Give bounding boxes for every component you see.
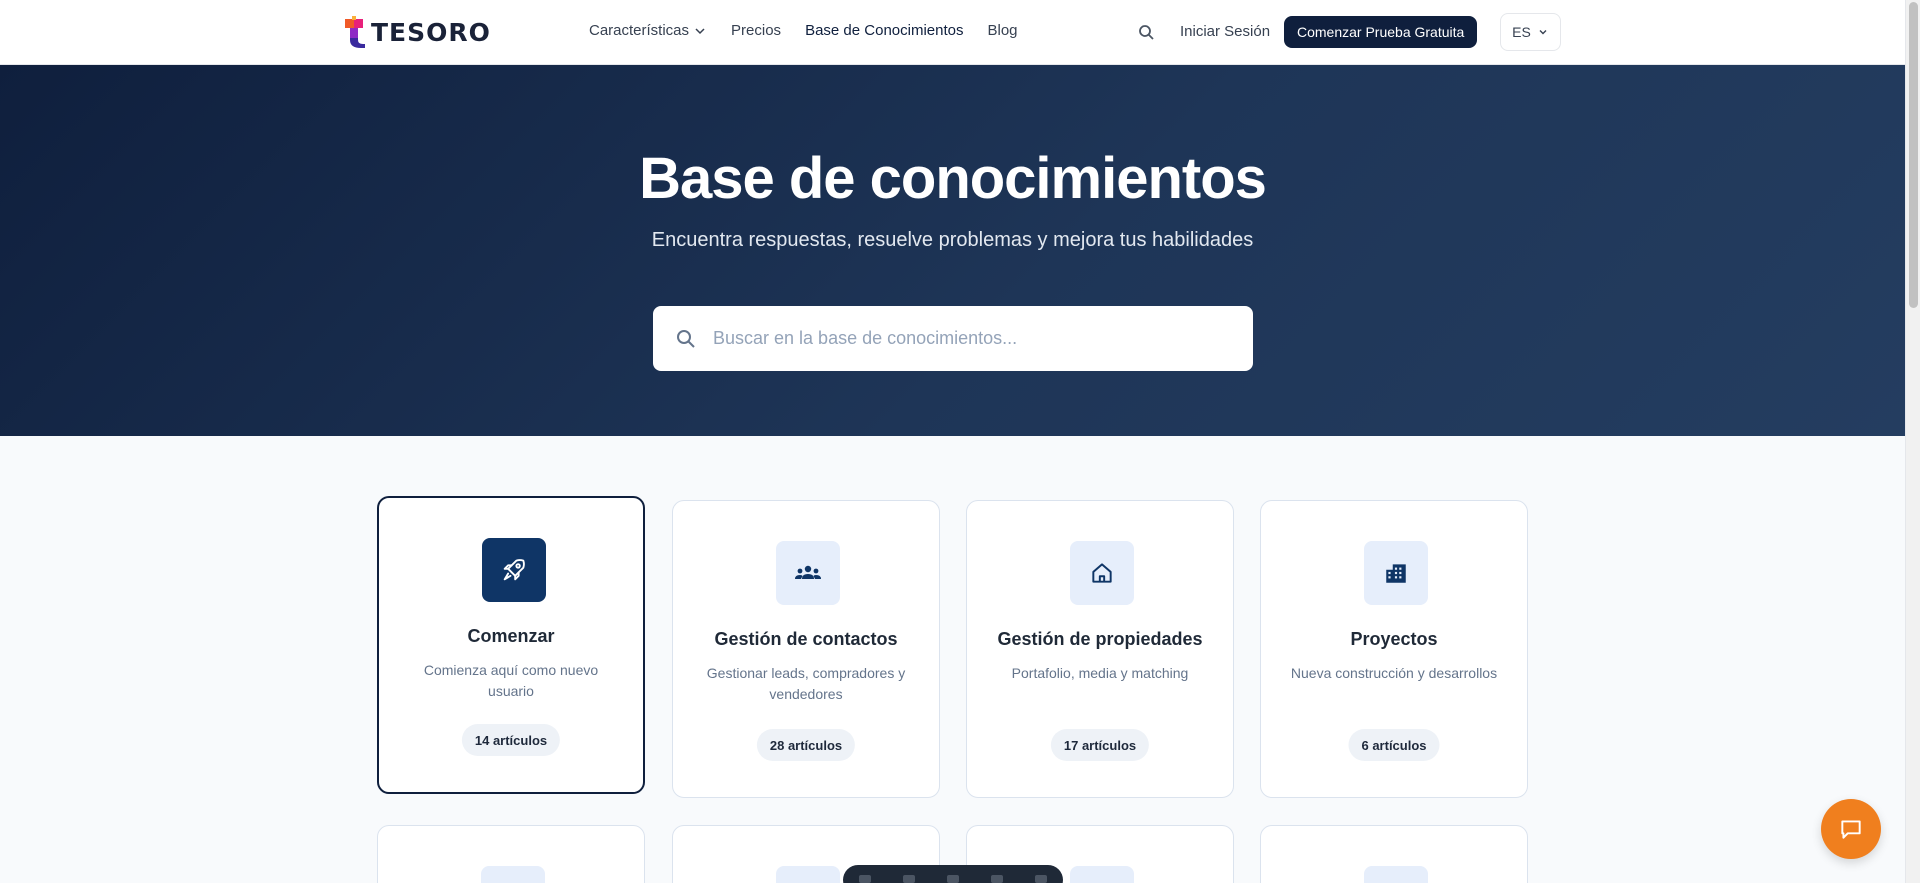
category-icon-box <box>1070 866 1134 883</box>
category-card-gestion-de-contactos[interactable]: Gestión de contactos Gestionar leads, co… <box>672 500 940 798</box>
nav-item-label: Base de Conocimientos <box>805 22 964 39</box>
knowledge-search[interactable] <box>653 306 1253 371</box>
article-count-badge: 6 artículos <box>1348 729 1440 761</box>
category-title: Gestión de propiedades <box>997 629 1203 649</box>
category-description: Gestionar leads, compradores y vendedore… <box>706 665 906 702</box>
site-header: TESORO Características Precios Base de C… <box>0 0 1905 65</box>
toolbar-icon[interactable] <box>947 875 959 883</box>
logo[interactable]: TESORO <box>345 16 491 48</box>
nav-item-precios[interactable]: Precios <box>731 22 781 39</box>
building-icon <box>1386 564 1406 583</box>
category-description: Portafolio, media y matching <box>1011 665 1189 681</box>
category-icon-box <box>482 538 546 602</box>
logo-text: TESORO <box>371 17 491 47</box>
chat-button[interactable] <box>1821 799 1881 859</box>
nav-item-blog[interactable]: Blog <box>988 22 1018 39</box>
category-title: Proyectos <box>1350 629 1438 649</box>
nav-item-base-de-conocimientos[interactable]: Base de Conocimientos <box>805 22 963 39</box>
nav-item-label: Características <box>589 22 690 39</box>
article-count-badge: 17 artículos <box>1050 729 1150 761</box>
category-title: Gestión de contactos <box>714 629 898 649</box>
hero-section: Base de conocimientos Encuentra respuest… <box>0 65 1905 436</box>
language-selector[interactable]: ES <box>1500 13 1561 51</box>
toolbar-icon[interactable] <box>903 875 915 883</box>
users-icon <box>795 565 821 579</box>
nav-item-label: Blog <box>987 22 1018 39</box>
category-description: Nueva construcción y desarrollos <box>1290 665 1498 681</box>
category-card-row2-4[interactable] <box>1260 825 1528 883</box>
logo-icon <box>345 16 365 48</box>
page-subtitle: Encuentra respuestas, resuelve problemas… <box>651 229 1254 251</box>
article-count-badge: 14 artículos <box>461 724 561 756</box>
category-icon-box <box>1364 866 1428 883</box>
scrollbar-thumb[interactable] <box>1909 2 1918 308</box>
category-icon-box <box>1364 541 1428 605</box>
floating-toolbar[interactable] <box>843 865 1063 883</box>
category-description: Comienza aquí como nuevo usuario <box>423 662 599 699</box>
search-icon[interactable] <box>1137 23 1157 43</box>
category-icon-box <box>776 541 840 605</box>
rocket-icon <box>503 559 525 581</box>
nav-item-label: Precios <box>731 22 782 39</box>
page-title: Base de conocimientos <box>639 146 1267 211</box>
category-icon-box <box>776 866 840 883</box>
login-link[interactable]: Iniciar Sesión <box>1180 23 1270 40</box>
article-count-badge: 28 artículos <box>756 729 856 761</box>
toolbar-icon[interactable] <box>859 875 871 883</box>
category-card-proyectos[interactable]: Proyectos Nueva construcción y desarroll… <box>1260 500 1528 798</box>
category-title: Comenzar <box>467 626 555 646</box>
home-icon <box>1092 563 1112 583</box>
search-icon <box>677 329 695 348</box>
category-card-comenzar[interactable]: Comenzar Comienza aquí como nuevo usuari… <box>377 496 645 794</box>
category-card-row2-1[interactable] <box>377 825 645 883</box>
search-input[interactable] <box>713 328 1213 349</box>
category-icon-box <box>481 866 545 883</box>
category-card-gestion-de-propiedades[interactable]: Gestión de propiedades Portafolio, media… <box>966 500 1234 798</box>
chat-icon <box>1841 820 1861 839</box>
page-scrollbar[interactable] <box>1905 0 1920 883</box>
nav-item-caracteristicas[interactable]: Características <box>589 22 707 39</box>
main-nav: Características Precios Base de Conocimi… <box>589 22 1018 39</box>
toolbar-icon[interactable] <box>991 875 1003 883</box>
category-icon-box <box>1070 541 1134 605</box>
language-label: ES <box>1512 24 1531 40</box>
start-trial-button[interactable]: Comenzar Prueba Gratuita <box>1284 16 1478 48</box>
toolbar-icon[interactable] <box>1035 875 1047 883</box>
chevron-down-icon <box>1539 30 1547 35</box>
chevron-down-icon <box>695 27 705 34</box>
